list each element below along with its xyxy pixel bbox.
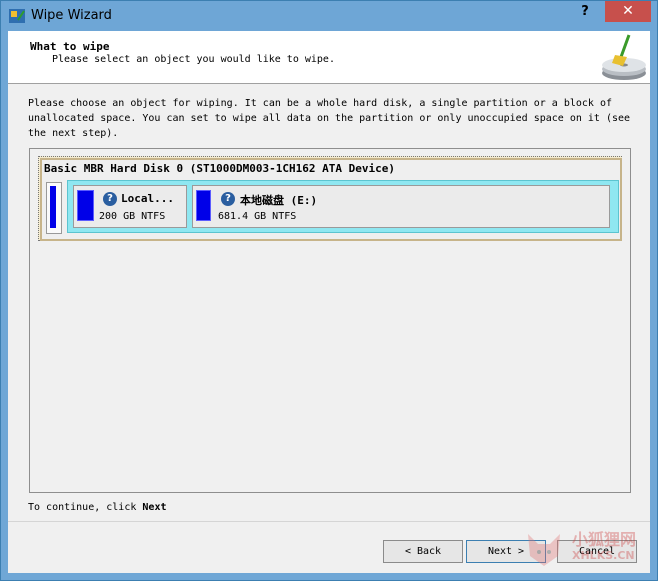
close-button[interactable]: ✕	[605, 1, 651, 22]
partition-e[interactable]: ? 本地磁盘 (E:) 681.4 GB NTFS	[192, 185, 610, 228]
site-watermark: 小狐狸网 XHLKS.CN	[522, 526, 650, 572]
disk-usage-bar	[46, 182, 62, 234]
watermark-text: 小狐狸网	[572, 530, 637, 549]
title-bar[interactable]: Wipe Wizard ? ✕	[1, 1, 657, 31]
disk-label: Basic MBR Hard Disk 0 (ST1000DM003-1CH16…	[44, 162, 395, 175]
wizard-header: What to wipe Please select an object you…	[8, 31, 650, 84]
disk-0-body: Basic MBR Hard Disk 0 (ST1000DM003-1CH16…	[40, 158, 622, 241]
continue-hint: To continue, click Next	[28, 502, 167, 513]
disk-map-panel: Basic MBR Hard Disk 0 (ST1000DM003-1CH16…	[29, 148, 631, 493]
page-title: What to wipe	[30, 40, 110, 53]
fox-logo-icon	[528, 534, 560, 566]
page-subtitle: Please select an object you would like t…	[52, 54, 335, 65]
wizard-client-area: What to wipe Please select an object you…	[8, 31, 650, 573]
instruction-text: Please choose an object for wiping. It c…	[28, 98, 631, 139]
back-button[interactable]: < Back	[383, 540, 463, 563]
footer-divider	[8, 521, 650, 522]
partition-name: Local...	[121, 192, 174, 205]
partition-usage-fill	[196, 190, 211, 221]
partition-name: 本地磁盘 (E:)	[240, 194, 318, 207]
partition-size: 200 GB NTFS	[99, 211, 166, 222]
continue-hint-text: To continue, click	[28, 502, 137, 513]
continue-hint-next: Next	[142, 502, 167, 513]
wipe-disk-icon	[602, 34, 646, 80]
wizard-app-icon	[9, 9, 25, 23]
wipe-wizard-window: Wipe Wizard ? ✕ What to wipe Please sele…	[0, 0, 658, 581]
help-button[interactable]: ?	[572, 2, 598, 22]
unknown-filesystem-icon: ?	[221, 192, 235, 206]
partition-strip: ? Local... 200 GB NTFS ? 本地磁盘 (E:) 681.4…	[67, 180, 619, 233]
partition-usage-fill	[77, 190, 94, 221]
partition-local[interactable]: ? Local... 200 GB NTFS	[73, 185, 187, 228]
disk-0[interactable]: Basic MBR Hard Disk 0 (ST1000DM003-1CH16…	[38, 156, 622, 241]
disk-usage-fill	[50, 186, 56, 228]
unknown-filesystem-icon: ?	[103, 192, 117, 206]
window-title: Wipe Wizard	[31, 8, 112, 23]
partition-size: 681.4 GB NTFS	[218, 211, 297, 222]
watermark-subtext: XHLKS.CN	[572, 549, 635, 562]
